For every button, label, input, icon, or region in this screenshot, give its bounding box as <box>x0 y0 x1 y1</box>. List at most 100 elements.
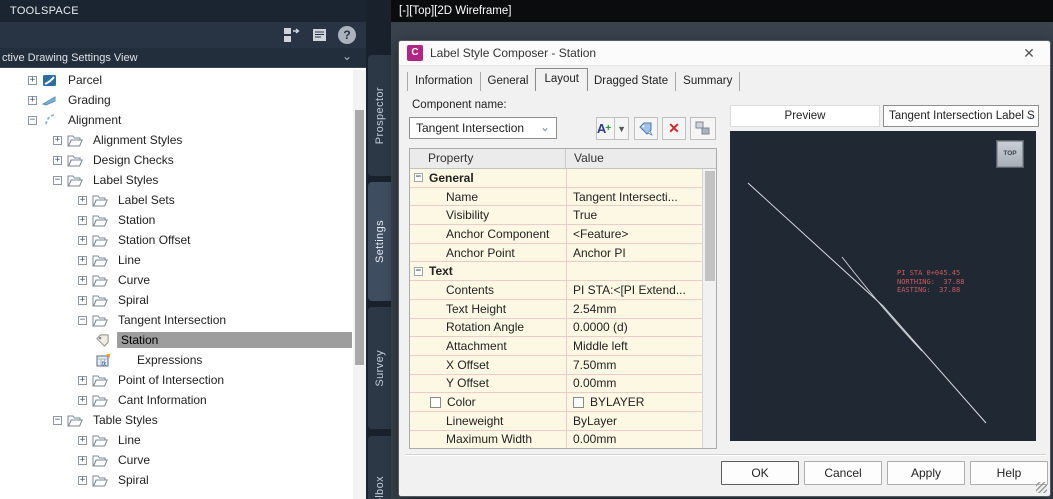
property-value[interactable]: BYLAYER <box>590 395 644 409</box>
chevron-down-icon[interactable]: ▼ <box>614 118 628 139</box>
preview-canvas[interactable]: TOP PI STA 0+045.45 NORTHING: 37.88 EASTIN… <box>730 131 1036 441</box>
property-row-maximum-width[interactable]: Maximum Width 0.00mm <box>410 430 703 448</box>
ok-button[interactable]: OK <box>721 461 799 485</box>
property-value[interactable]: Middle left <box>573 339 628 353</box>
expand-icon[interactable]: + <box>78 395 87 405</box>
tree-item-spiral[interactable]: + Spiral <box>0 470 353 490</box>
expand-icon[interactable]: + <box>28 95 37 105</box>
property-row-lineweight[interactable]: Lineweight ByLayer <box>410 411 703 431</box>
tree-item-grading[interactable]: + Grading <box>0 90 353 110</box>
property-row-visibility[interactable]: Visibility True <box>410 206 703 226</box>
tree-scrollbar-thumb[interactable] <box>355 110 364 365</box>
expand-icon[interactable]: + <box>78 435 87 445</box>
property-row-color[interactable]: Color BYLAYER <box>410 393 703 412</box>
property-row-attachment[interactable]: Attachment Middle left <box>410 337 703 356</box>
apply-button[interactable]: Apply <box>887 461 965 485</box>
delete-component-button[interactable]: ✕ <box>662 117 686 140</box>
property-row-y-offset[interactable]: Y Offset 0.00mm <box>410 374 703 394</box>
tree-item-label-styles[interactable]: − Label Styles <box>0 170 353 190</box>
component-draw-order-button[interactable] <box>690 117 716 140</box>
collapse-icon[interactable]: − <box>414 173 423 183</box>
toolspace-view-selector[interactable]: ctive Drawing Settings View ⌄ <box>0 48 368 68</box>
resize-grip[interactable] <box>1036 482 1047 493</box>
expand-icon[interactable]: + <box>53 135 62 145</box>
property-row-general[interactable]: − General <box>410 169 703 188</box>
property-value[interactable]: True <box>573 208 597 222</box>
tab-layout[interactable]: Layout <box>535 68 588 91</box>
tree-item-alignment-styles[interactable]: + Alignment Styles <box>0 130 353 150</box>
tree-item-expressions[interactable]: fx Expressions <box>0 350 353 370</box>
table-scrollbar[interactable] <box>702 169 716 448</box>
tab-general[interactable]: General <box>481 72 537 91</box>
tree-item-point-of-intersection[interactable]: + Point of Intersection <box>0 370 353 390</box>
tree-item-cant-information[interactable]: + Cant Information <box>0 390 353 410</box>
property-row-anchor-component[interactable]: Anchor Component <Feature> <box>410 225 703 244</box>
property-value[interactable]: ByLayer <box>573 414 617 428</box>
tree-scrollbar[interactable] <box>353 70 366 499</box>
tab-summary[interactable]: Summary <box>676 72 741 91</box>
tab-dragged-state[interactable]: Dragged State <box>587 72 677 91</box>
expand-icon[interactable]: + <box>78 255 87 265</box>
copy-component-button[interactable] <box>634 117 658 140</box>
property-row-text[interactable]: − Text <box>410 262 703 282</box>
expand-icon[interactable]: + <box>53 155 62 165</box>
property-row-contents[interactable]: Contents PI STA:<[PI Extend... <box>410 281 703 300</box>
preview-style-dropdown[interactable]: Tangent Intersection Label S ⌄ <box>883 105 1039 127</box>
property-value[interactable]: Anchor PI <box>573 246 626 260</box>
property-value[interactable]: 0.00mm <box>573 376 616 390</box>
property-value[interactable]: 2.54mm <box>573 302 616 316</box>
tab-information[interactable]: Information <box>407 72 481 91</box>
component-name-dropdown[interactable]: Tangent Intersection ⌄ <box>409 117 557 139</box>
side-tab-survey[interactable]: Survey <box>368 307 391 429</box>
property-value[interactable]: <Feature> <box>573 227 628 241</box>
side-tab-settings[interactable]: Settings <box>368 182 391 301</box>
dialog-title-bar[interactable]: C Label Style Composer - Station ✕ <box>399 41 1050 66</box>
expand-icon[interactable]: + <box>78 375 87 385</box>
tree-item-label-sets[interactable]: + Label Sets <box>0 190 353 210</box>
tree-item-curve[interactable]: + Curve <box>0 450 353 470</box>
help-icon[interactable]: ? <box>338 25 356 44</box>
tree-item-alignment[interactable]: − Alignment <box>0 110 353 130</box>
report-icon[interactable] <box>310 25 329 44</box>
tree-item-station-offset[interactable]: + Station Offset <box>0 230 353 250</box>
side-tab-prospector[interactable]: Prospector <box>368 55 391 176</box>
tree-item-parcel[interactable]: + Parcel <box>0 70 353 90</box>
side-tab-toolbox[interactable]: Toolbox <box>368 436 391 499</box>
expand-icon[interactable]: + <box>78 235 87 245</box>
collapse-icon[interactable]: − <box>28 115 37 125</box>
property-row-rotation-angle[interactable]: Rotation Angle 0.0000 (d) <box>410 318 703 338</box>
tree-item-table-styles[interactable]: − Table Styles <box>0 410 353 430</box>
expand-icon[interactable]: + <box>78 215 87 225</box>
tree-item-tangent-intersection[interactable]: − Tangent Intersection <box>0 310 353 330</box>
property-value[interactable]: 7.50mm <box>573 358 616 372</box>
viewport-controls[interactable]: [-][Top][2D Wireframe] <box>391 0 1053 22</box>
tree-item-line[interactable]: + Line <box>0 430 353 450</box>
expand-icon[interactable]: + <box>78 475 87 485</box>
cancel-button[interactable]: Cancel <box>804 461 882 485</box>
property-row-anchor-point[interactable]: Anchor Point Anchor PI <box>410 243 703 263</box>
collapse-icon[interactable]: − <box>414 266 423 276</box>
expand-icon[interactable]: + <box>78 275 87 285</box>
add-text-component-button[interactable]: A + ▼ <box>596 117 629 140</box>
expand-icon[interactable]: + <box>78 195 87 205</box>
property-value[interactable]: Tangent Intersecti... <box>573 190 678 204</box>
expand-icon[interactable]: + <box>78 455 87 465</box>
property-row-text-height[interactable]: Text Height 2.54mm <box>410 299 703 319</box>
collapse-icon[interactable]: − <box>53 415 62 425</box>
tree-item-station[interactable]: + Station <box>0 210 353 230</box>
close-icon[interactable]: ✕ <box>1020 44 1038 62</box>
expand-icon[interactable]: + <box>28 75 37 85</box>
tree-item-line[interactable]: + Line <box>0 250 353 270</box>
collapse-icon[interactable]: − <box>78 315 87 325</box>
expand-icon[interactable]: + <box>78 295 87 305</box>
tree-item-station[interactable]: Station <box>0 330 353 350</box>
panel-layout-icon[interactable] <box>282 25 301 44</box>
property-value[interactable]: 0.00mm <box>573 432 616 446</box>
property-row-name[interactable]: Name Tangent Intersecti... <box>410 187 703 207</box>
table-scrollbar-thumb[interactable] <box>705 171 715 281</box>
collapse-icon[interactable]: − <box>53 175 62 185</box>
tree-item-spiral[interactable]: + Spiral <box>0 290 353 310</box>
tree-item-design-checks[interactable]: + Design Checks <box>0 150 353 170</box>
property-value[interactable]: PI STA:<[PI Extend... <box>573 283 686 297</box>
property-value[interactable]: 0.0000 (d) <box>573 320 628 334</box>
